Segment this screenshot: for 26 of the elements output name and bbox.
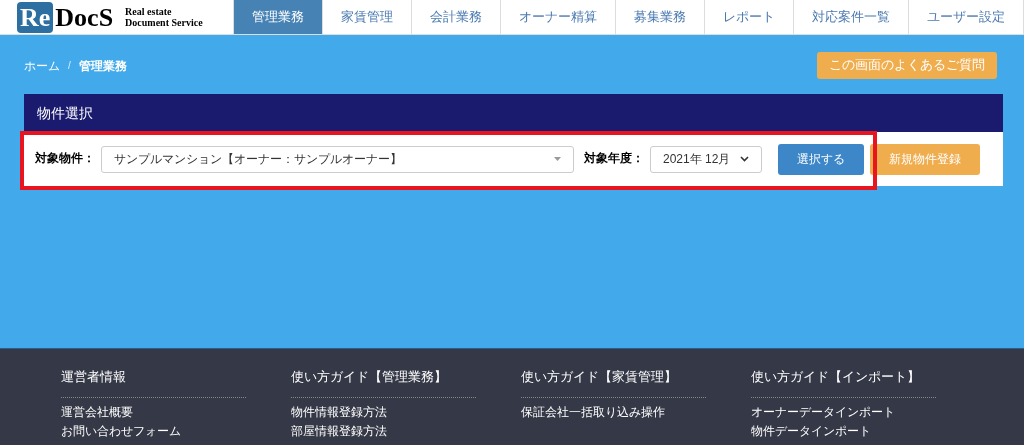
year-select[interactable]: 2021年 12月	[650, 145, 762, 173]
chevron-down-icon	[740, 156, 749, 162]
logo-tagline: Real estate	[125, 6, 173, 17]
breadcrumb-current: 管理業務	[78, 57, 127, 75]
footer-link[interactable]: 物件データインポート	[751, 423, 936, 438]
footer-link[interactable]: お問い合わせフォーム	[61, 423, 246, 438]
panel-title: 物件選択	[37, 103, 93, 123]
logo-tagline: Document Service	[125, 17, 203, 28]
nav-tab[interactable]: 管理業務	[233, 0, 322, 34]
footer-heading: 使い方ガイド【管理業務】	[291, 368, 448, 386]
breadcrumb-separator: /	[68, 59, 71, 73]
caret-icon	[554, 157, 561, 161]
footer-link[interactable]: 保証会社一括取り込み操作	[521, 404, 706, 419]
footer-link[interactable]: 運営会社概要	[61, 404, 246, 419]
field-label: 対象物件：	[35, 150, 95, 167]
breadcrumb-link[interactable]: ホーム	[24, 56, 60, 75]
select-button[interactable]: 選択する	[778, 143, 864, 175]
footer-heading: 運営者情報	[61, 368, 127, 386]
footer-link[interactable]: オーナーデータインポート	[751, 404, 936, 419]
logo: Re DocS	[17, 1, 114, 33]
field-label: 対象年度：	[584, 150, 644, 167]
footer-heading: 使い方ガイド【インポート】	[751, 368, 921, 386]
footer-link[interactable]: 物件情報登録方法	[291, 404, 476, 419]
footer-heading: 使い方ガイド【家賃管理】	[521, 368, 678, 386]
property-select[interactable]: サンプルマンション【オーナー：サンプルオーナー】	[101, 145, 574, 173]
footer-link[interactable]: 部屋情報登録方法	[291, 423, 476, 438]
